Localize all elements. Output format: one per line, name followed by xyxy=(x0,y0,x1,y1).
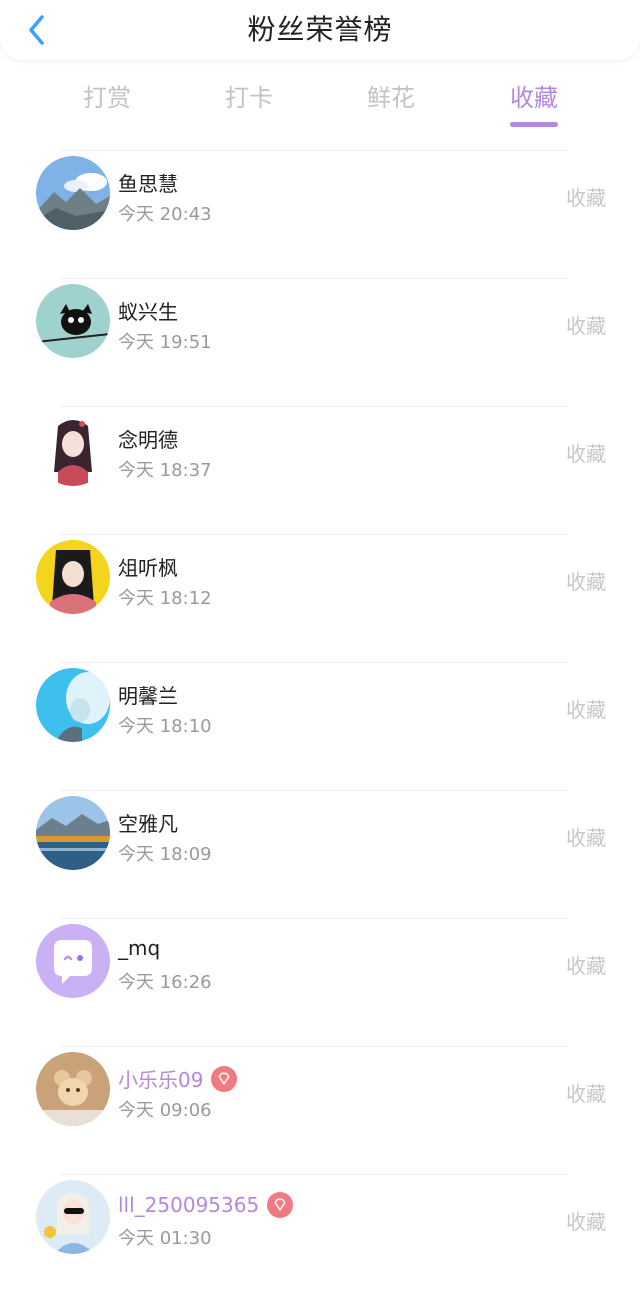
list-item[interactable]: _mq 今天 16:26 收藏 xyxy=(0,918,640,1046)
user-name: 鱼思慧 xyxy=(118,172,178,196)
divider xyxy=(60,150,568,151)
timestamp: 今天 20:43 xyxy=(118,204,212,225)
action-label: 收藏 xyxy=(566,442,606,466)
divider xyxy=(60,1174,568,1175)
user-name: 空雅凡 xyxy=(118,812,178,836)
fan-list: 鱼思慧 今天 20:43 收藏 蚁兴生 今天 19:51 收藏 念明德 今天 1… xyxy=(0,150,640,1302)
timestamp: 今天 18:12 xyxy=(118,588,212,609)
timestamp: 今天 18:09 xyxy=(118,844,212,865)
action-label: 收藏 xyxy=(566,1210,606,1234)
user-name: 小乐乐09 xyxy=(118,1064,238,1093)
avatar[interactable] xyxy=(36,540,110,614)
user-name: 蚁兴生 xyxy=(118,300,178,324)
action-label: 收藏 xyxy=(566,314,606,338)
list-item[interactable]: 俎听枫 今天 18:12 收藏 xyxy=(0,534,640,662)
timestamp: 今天 18:10 xyxy=(118,716,212,737)
avatar[interactable] xyxy=(36,284,110,358)
avatar[interactable] xyxy=(36,412,110,486)
vip-diamond-icon xyxy=(211,1065,238,1092)
tab-label: 收藏 xyxy=(510,84,558,112)
divider xyxy=(60,790,568,791)
list-item[interactable]: 明馨兰 今天 18:10 收藏 xyxy=(0,662,640,790)
action-label: 收藏 xyxy=(566,186,606,210)
action-label: 收藏 xyxy=(566,1082,606,1106)
timestamp: 今天 18:37 xyxy=(118,460,212,481)
action-label: 收藏 xyxy=(566,826,606,850)
user-name: lll_250095365 xyxy=(118,1192,294,1218)
tab-label: 鲜花 xyxy=(367,84,415,112)
divider xyxy=(60,662,568,663)
user-name: _mq xyxy=(118,936,161,960)
user-name: 念明德 xyxy=(118,428,178,452)
tab-checkin[interactable]: 打卡 xyxy=(199,78,299,113)
avatar[interactable] xyxy=(36,156,110,230)
tab-label: 打赏 xyxy=(83,84,131,112)
list-item[interactable]: 小乐乐09 今天 09:06 收藏 xyxy=(0,1046,640,1174)
divider xyxy=(60,918,568,919)
avatar[interactable] xyxy=(36,1052,110,1126)
user-name: 俎听枫 xyxy=(118,556,178,580)
tab-favorites[interactable]: 收藏 xyxy=(484,78,584,127)
avatar[interactable] xyxy=(36,1180,110,1254)
divider xyxy=(60,278,568,279)
timestamp: 今天 19:51 xyxy=(118,332,212,353)
list-item[interactable]: 念明德 今天 18:37 收藏 xyxy=(0,406,640,534)
list-item[interactable]: lll_250095365 今天 01:30 收藏 xyxy=(0,1174,640,1302)
avatar[interactable] xyxy=(36,924,110,998)
avatar[interactable] xyxy=(36,796,110,870)
list-item[interactable]: 蚁兴生 今天 19:51 收藏 xyxy=(0,278,640,406)
list-item[interactable]: 鱼思慧 今天 20:43 收藏 xyxy=(0,150,640,278)
tab-bar: 打赏 打卡 鲜花 收藏 xyxy=(0,78,640,138)
page-title: 粉丝荣誉榜 xyxy=(247,13,393,46)
list-item[interactable]: 空雅凡 今天 18:09 收藏 xyxy=(0,790,640,918)
avatar[interactable] xyxy=(36,668,110,742)
tab-flowers[interactable]: 鲜花 xyxy=(341,78,441,113)
tab-label: 打卡 xyxy=(225,84,273,112)
active-tab-indicator xyxy=(510,122,558,127)
timestamp: 今天 09:06 xyxy=(118,1100,212,1121)
divider xyxy=(60,1046,568,1047)
timestamp: 今天 01:30 xyxy=(118,1228,212,1249)
top-bar: 粉丝荣誉榜 xyxy=(0,0,640,60)
divider xyxy=(60,534,568,535)
tab-reward[interactable]: 打赏 xyxy=(57,78,157,113)
user-name: 明馨兰 xyxy=(118,684,178,708)
action-label: 收藏 xyxy=(566,698,606,722)
vip-diamond-icon xyxy=(267,1192,294,1218)
action-label: 收藏 xyxy=(566,570,606,594)
divider xyxy=(60,406,568,407)
action-label: 收藏 xyxy=(566,954,606,978)
timestamp: 今天 16:26 xyxy=(118,972,212,993)
